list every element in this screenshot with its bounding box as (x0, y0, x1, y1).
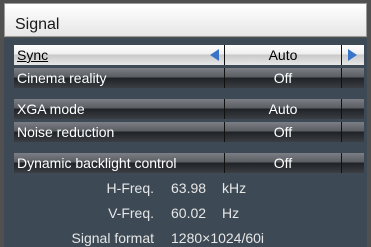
signal-format-label: Signal format (71, 230, 154, 246)
info-hfreq: H-Freq. 63.98 kHz (4, 179, 367, 197)
hfreq-value: 63.98 (171, 180, 207, 196)
setting-row-xga-mode[interactable]: XGA mode Auto (12, 99, 364, 119)
left-arrow-icon[interactable] (210, 49, 219, 61)
info-signal-format: Signal format 1280×1024/60i (4, 229, 367, 247)
setting-value[interactable]: Auto (224, 99, 342, 119)
setting-row-dynamic-backlight[interactable]: Dynamic backlight control Off (12, 153, 364, 173)
setting-row-cinema-reality[interactable]: Cinema reality Off (12, 68, 364, 88)
menu-title: Signal (15, 16, 60, 33)
cap-left (206, 68, 224, 88)
right-arrow-icon[interactable] (348, 49, 357, 61)
setting-label: Noise reduction (14, 122, 206, 142)
cap-right (342, 122, 364, 142)
cap-right (342, 68, 364, 88)
vfreq-label: V-Freq. (108, 205, 154, 221)
setting-label: XGA mode (14, 99, 206, 119)
setting-label: Sync (14, 45, 206, 65)
hfreq-unit: kHz (222, 180, 247, 196)
hfreq-label: H-Freq. (106, 180, 154, 196)
cap-left (206, 153, 224, 173)
cap-right (342, 153, 364, 173)
setting-row-sync[interactable]: Sync Auto (12, 45, 364, 65)
setting-value[interactable]: Auto (224, 45, 342, 65)
vfreq-unit: Hz (222, 205, 240, 221)
cap-left (206, 45, 224, 65)
cap-right (342, 45, 364, 65)
cap-right (342, 99, 364, 119)
cap-left (206, 99, 224, 119)
setting-value[interactable]: Off (224, 68, 342, 88)
osd-menu: Signal Sync Auto Cinema reality Off XGA … (0, 0, 371, 247)
setting-row-noise-reduction[interactable]: Noise reduction Off (12, 122, 364, 142)
signal-format-value: 1280×1024/60i (171, 230, 265, 246)
info-vfreq: V-Freq. 60.02 Hz (4, 204, 367, 222)
setting-value[interactable]: Off (224, 153, 342, 173)
settings-panel: Sync Auto Cinema reality Off XGA mode Au… (4, 38, 367, 247)
cap-left (206, 122, 224, 142)
setting-value[interactable]: Off (224, 122, 342, 142)
setting-label: Cinema reality (14, 68, 206, 88)
title-bar: Signal (4, 3, 367, 37)
vfreq-value: 60.02 (171, 205, 207, 221)
setting-label: Dynamic backlight control (14, 153, 206, 173)
